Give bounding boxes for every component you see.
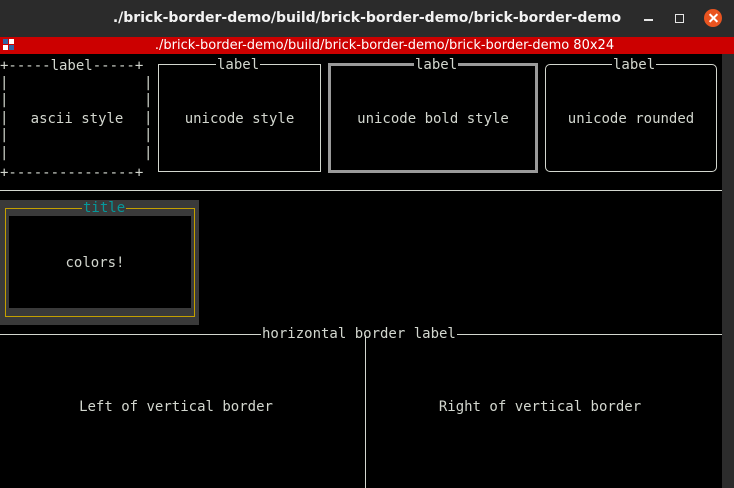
window-title: ./brick-border-demo/build/brick-border-d…	[112, 10, 622, 26]
unicode-rounded-box-content: unicode rounded	[567, 111, 695, 127]
colors-box-content: colors!	[65, 255, 125, 271]
ascii-box-top-border: +-----label-----+	[0, 58, 144, 74]
terminal-scrollbar[interactable]	[722, 54, 734, 488]
ascii-box-left-border: |	[0, 145, 9, 161]
maximize-icon[interactable]	[670, 9, 690, 29]
tab-title: ./brick-border-demo/build/brick-border-d…	[154, 38, 615, 53]
left-of-vertical-text: Left of vertical border	[79, 399, 273, 415]
right-of-vertical-text: Right of vertical border	[438, 399, 642, 415]
colors-box-title: title	[82, 200, 127, 216]
unicode-rounded-box-label: label	[612, 57, 657, 73]
ascii-box-right-border: |	[144, 75, 153, 91]
close-icon[interactable]	[704, 9, 722, 27]
ascii-box-left-border: |	[0, 92, 9, 108]
unicode-bold-box-content: unicode bold style	[357, 111, 509, 127]
ascii-box-right-border: |	[144, 127, 153, 143]
ascii-box-left-border: |	[0, 127, 9, 143]
horizontal-separator	[0, 190, 722, 191]
unicode-box-label: label	[216, 57, 261, 73]
terminal-tab[interactable]: ./brick-border-demo/build/brick-border-d…	[0, 37, 734, 54]
window-titlebar[interactable]: ./brick-border-demo/build/brick-border-d…	[0, 0, 734, 37]
minimize-icon[interactable]	[639, 9, 659, 29]
horizontal-border-label: horizontal border label	[261, 326, 457, 342]
ascii-box-content: ascii style	[30, 111, 124, 127]
terminal-screen[interactable]: +-----label-----+ | | | | | | | | | | +-…	[0, 54, 722, 488]
ascii-box-right-border: |	[144, 145, 153, 161]
ascii-box-right-border: |	[144, 92, 153, 108]
ascii-box-left-border: |	[0, 75, 9, 91]
unicode-box-content: unicode style	[184, 111, 295, 127]
ascii-box-bottom-border: +---------------+	[0, 165, 144, 181]
unicode-bold-box-label: label	[414, 57, 459, 73]
